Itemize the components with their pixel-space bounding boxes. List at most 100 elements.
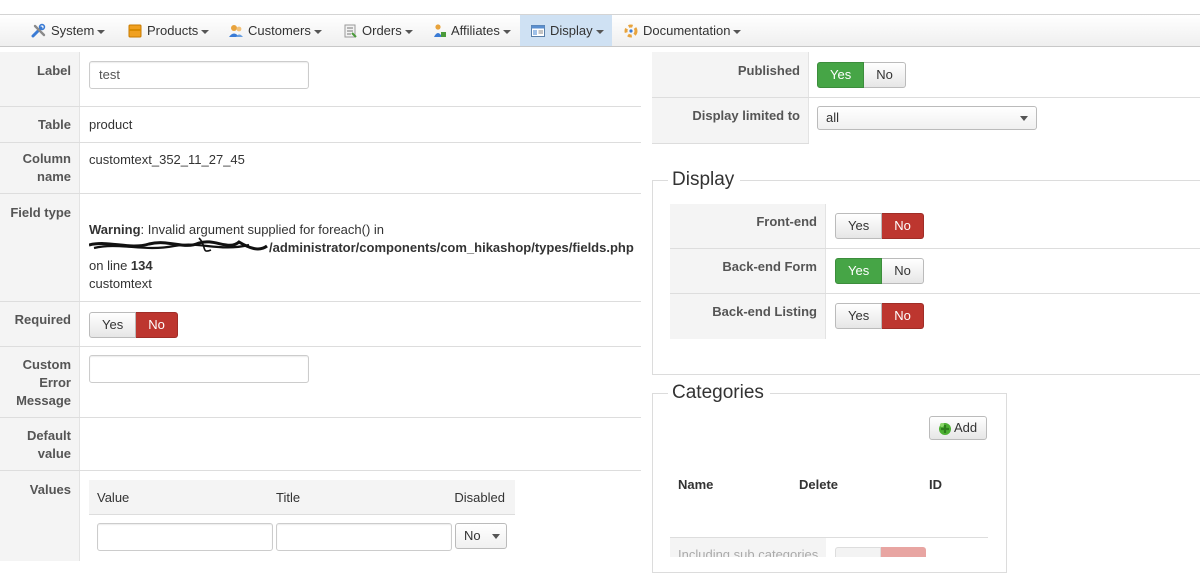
menu-orders[interactable]: Orders	[332, 15, 423, 46]
menu-products-label: Products	[147, 23, 199, 38]
default-value-label-1: Default	[26, 428, 71, 443]
menu-system-label: System	[51, 23, 95, 38]
backend-form-label: Back-end Form	[722, 259, 817, 274]
users-icon	[228, 23, 244, 39]
including-sub-categories-row: Including sub categories	[670, 538, 826, 557]
menu-customers[interactable]: Customers	[218, 15, 332, 46]
backend-listing-row: Back-end Listing	[670, 294, 826, 339]
chevron-down-icon	[313, 29, 322, 34]
required-yes-button[interactable]: Yes	[89, 312, 137, 338]
field-type-value: customtext	[89, 276, 152, 291]
required-label: Required	[14, 312, 71, 327]
chevron-down-icon	[733, 29, 742, 34]
display-limited-row: Display limited to	[652, 98, 809, 144]
values-table-header: Value Title Disabled	[89, 480, 515, 515]
custom-error-label-1: Custom	[22, 357, 71, 372]
backend-form-yes-button[interactable]: Yes	[835, 258, 883, 284]
published-row: Published Yes No	[652, 52, 1200, 98]
frontend-label: Front-end	[756, 214, 817, 229]
default-value-row: Default value	[0, 418, 641, 471]
chevron-down-icon	[97, 29, 106, 34]
php-warning: Warning: Invalid argument supplied for f…	[89, 221, 639, 293]
values-header-value: Value	[97, 490, 130, 505]
column-name-value: customtext_352_11_27_45	[89, 152, 245, 167]
values-header-disabled: Disabled	[454, 490, 505, 505]
display-legend: Display	[668, 169, 741, 191]
label-input[interactable]: test	[89, 61, 309, 89]
documentation-icon	[623, 23, 639, 39]
backend-form-row: Back-end Form Yes No	[670, 249, 1200, 294]
categories-header-delete: Delete	[799, 477, 839, 492]
menu-documentation-label: Documentation	[643, 23, 731, 38]
menu-affiliates[interactable]: Affiliates	[421, 15, 521, 46]
main-menu-bar: System Products Customers Orders Affilia…	[0, 14, 1200, 47]
menu-affiliates-label: Affiliates	[451, 23, 500, 38]
title-input[interactable]	[276, 523, 452, 551]
custom-error-row: Custom Error Message	[0, 347, 641, 418]
orders-icon	[342, 23, 358, 39]
values-row: Values Value Title Disabled No	[0, 471, 641, 561]
values-header-title: Title	[276, 490, 301, 505]
required-row: Required Yes No	[0, 302, 641, 347]
chevron-down-icon	[595, 29, 604, 34]
warning-line-number: 134	[130, 258, 153, 273]
values-label: Values	[29, 482, 71, 497]
chevron-down-icon	[201, 29, 210, 34]
add-category-button[interactable]: Add	[929, 416, 988, 440]
menu-customers-label: Customers	[248, 23, 311, 38]
custom-error-label-3: Message	[16, 393, 71, 408]
column-name-label-1: Column	[22, 151, 71, 166]
custom-error-label-2: Error	[39, 375, 71, 390]
affiliates-icon	[431, 23, 447, 39]
required-no-button[interactable]: No	[136, 312, 178, 338]
display-limited-value: all	[826, 110, 840, 125]
warning-path: /administrator/components/com_hikashop/t…	[269, 240, 634, 255]
backend-form-no-button[interactable]: No	[882, 258, 924, 284]
required-toggle: Yes No	[89, 312, 178, 338]
redacted-scribble	[89, 236, 269, 256]
menu-products[interactable]: Products	[117, 15, 219, 46]
display-limited-label: Display limited to	[692, 108, 800, 123]
warning-line-prefix: on line	[89, 258, 131, 273]
disabled-select-value: No	[464, 528, 481, 543]
custom-error-input[interactable]	[89, 355, 309, 383]
backend-listing-yes-button[interactable]: Yes	[835, 303, 883, 329]
table-value: product	[89, 117, 133, 132]
menu-orders-label: Orders	[362, 23, 402, 38]
add-category-label: Add	[954, 420, 978, 435]
menu-display-label: Display	[550, 23, 593, 38]
including-sub-categories-toggle[interactable]	[835, 547, 926, 557]
box-icon	[127, 23, 143, 39]
menu-display[interactable]: Display	[520, 15, 612, 46]
published-label: Published	[737, 63, 800, 78]
published-yes-button[interactable]: Yes	[817, 62, 865, 88]
categories-header-name: Name	[678, 477, 714, 492]
frontend-no-button[interactable]: No	[882, 213, 924, 239]
disabled-select[interactable]: No	[455, 523, 507, 549]
value-input[interactable]	[97, 523, 273, 551]
menu-system[interactable]: System	[21, 15, 115, 46]
add-icon	[937, 420, 953, 436]
table-row: Table product	[0, 107, 641, 143]
backend-form-toggle: Yes No	[835, 258, 924, 284]
table-label: Table	[38, 117, 71, 132]
chevron-down-icon	[502, 29, 511, 34]
frontend-row: Front-end Yes No	[670, 204, 1200, 249]
display-limited-select[interactable]: all	[817, 106, 1037, 130]
backend-listing-no-button[interactable]: No	[882, 303, 924, 329]
including-sub-categories-label: Including sub categories	[678, 547, 819, 557]
menu-documentation[interactable]: Documentation	[613, 15, 751, 46]
label-row: Label test	[0, 52, 641, 107]
categories-legend: Categories	[668, 382, 770, 404]
published-toggle: Yes No	[817, 62, 906, 88]
display-icon	[530, 23, 546, 39]
label-field-label: Label	[37, 63, 71, 78]
published-no-button[interactable]: No	[864, 62, 906, 88]
default-value-label-2: value	[37, 446, 71, 461]
categories-header-id: ID	[929, 477, 942, 492]
chevron-down-icon	[1020, 116, 1028, 121]
frontend-toggle: Yes No	[835, 213, 924, 239]
tools-icon	[31, 23, 47, 39]
chevron-down-icon	[492, 534, 500, 539]
frontend-yes-button[interactable]: Yes	[835, 213, 883, 239]
